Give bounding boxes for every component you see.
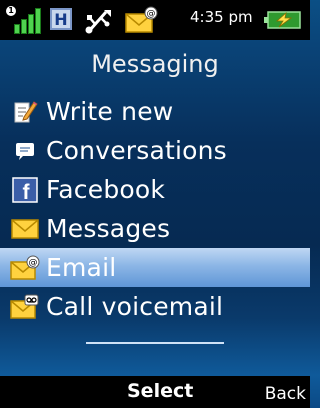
back-button[interactable]: Back — [265, 384, 306, 404]
battery-charging-icon — [264, 11, 301, 29]
status-time: 4:35 pm — [190, 8, 253, 26]
facebook-icon: f — [10, 176, 40, 204]
hsdpa-icon: H — [50, 8, 72, 30]
new-email-icon: @ — [125, 6, 158, 33]
svg-text:@: @ — [29, 258, 38, 268]
usb-icon — [85, 10, 111, 34]
scroll-divider — [86, 342, 224, 344]
status-bar: 1 H @ 4:35 pm — [0, 0, 310, 40]
menu-item-conversations[interactable]: Conversations — [0, 131, 310, 170]
select-button[interactable]: Select — [127, 380, 193, 402]
page-title: Messaging — [91, 50, 219, 78]
svg-text:f: f — [23, 181, 31, 203]
softkey-bar: Select Back — [0, 376, 310, 408]
write-new-icon — [10, 98, 40, 126]
voicemail-icon — [10, 293, 40, 321]
menu-item-label: Facebook — [46, 175, 166, 204]
menu-item-call-voicemail[interactable]: Call voicemail — [0, 287, 310, 326]
menu-item-write-new[interactable]: Write new — [0, 92, 310, 131]
menu-item-label: Conversations — [46, 136, 227, 165]
svg-text:@: @ — [147, 9, 156, 19]
email-icon: @ — [10, 254, 40, 282]
menu-item-label: Messages — [46, 214, 171, 243]
messaging-menu: Write new Conversations f Facebook Messa… — [0, 92, 310, 326]
conversations-icon — [10, 137, 40, 165]
messages-icon — [10, 215, 40, 243]
menu-item-label: Call voicemail — [46, 292, 224, 321]
sim-label: 1 — [6, 6, 16, 16]
menu-item-email[interactable]: @ Email — [0, 248, 310, 287]
menu-item-facebook[interactable]: f Facebook — [0, 170, 310, 209]
menu-item-label: Write new — [46, 97, 174, 126]
signal-bars-icon: 1 — [6, 6, 44, 34]
menu-item-messages[interactable]: Messages — [0, 209, 310, 248]
menu-item-label: Email — [46, 253, 117, 282]
